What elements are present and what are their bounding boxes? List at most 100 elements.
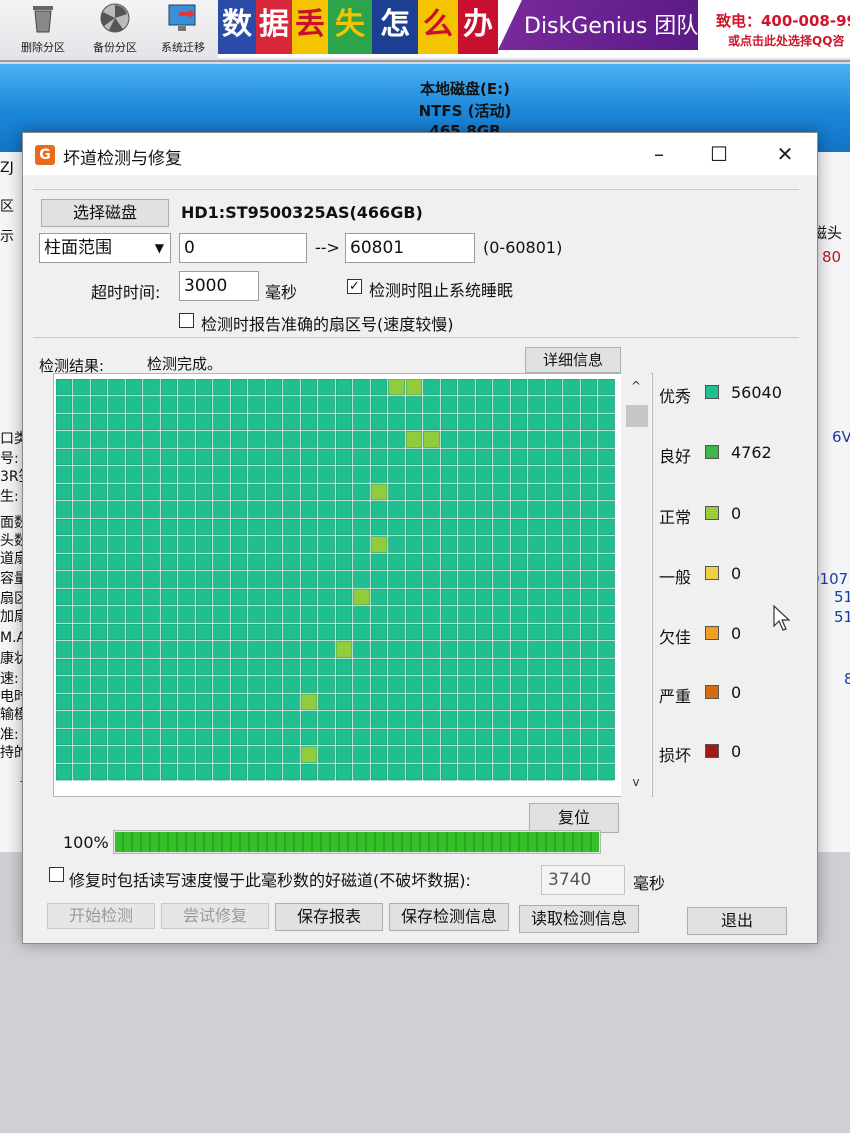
sector-block <box>353 641 370 658</box>
sector-block <box>475 553 493 571</box>
legend-count: 0 <box>731 624 742 643</box>
sector-block <box>265 536 283 553</box>
sector-block <box>178 483 195 501</box>
sector-block <box>90 553 108 571</box>
sector-block <box>178 658 195 676</box>
prevent-sleep-checkbox[interactable]: ✓ <box>347 279 362 294</box>
minimize-button[interactable]: – <box>637 137 681 171</box>
sector-block <box>510 396 528 413</box>
sector-block <box>563 711 580 728</box>
sector-block <box>160 728 178 746</box>
progress-text: 100% <box>63 833 109 852</box>
reset-button[interactable]: 复位 <box>529 803 619 833</box>
backup-partition-tool[interactable]: 备份分区 <box>80 0 150 55</box>
sector-block <box>388 571 405 588</box>
sector-block <box>108 501 125 518</box>
sector-block <box>423 693 440 711</box>
sector-block <box>388 413 405 431</box>
try-repair-button[interactable]: 尝试修复 <box>161 903 269 929</box>
range-end-input[interactable]: 60801 <box>345 233 475 263</box>
delete-partition-tool[interactable]: 删除分区 <box>8 0 78 55</box>
sector-block <box>230 536 248 553</box>
sector-block <box>493 658 510 676</box>
sector-block <box>405 763 423 781</box>
scroll-down-icon[interactable]: v <box>621 775 651 789</box>
sector-block <box>545 588 563 606</box>
sector-block <box>335 466 353 483</box>
sector-block <box>388 588 405 606</box>
sector-block <box>178 553 195 571</box>
sector-block <box>475 501 493 518</box>
map-scrollbar[interactable]: ^ v <box>621 373 651 797</box>
legend-count: 0 <box>731 564 742 583</box>
contact-note[interactable]: 或点击此处选择QQ咨 <box>728 32 844 49</box>
sector-block <box>510 728 528 746</box>
timeout-input[interactable]: 3000 <box>179 271 259 301</box>
scroll-up-icon[interactable]: ^ <box>621 379 651 393</box>
sector-block <box>545 693 563 711</box>
sector-block <box>108 746 125 763</box>
range-mode-select[interactable]: 柱面范围 ▼ <box>39 233 171 263</box>
sector-block <box>335 571 353 588</box>
sector-block <box>388 396 405 413</box>
repair-option-checkbox[interactable] <box>49 867 64 882</box>
ad-banner[interactable]: 数 据 丢 失 怎 么 办 DiskGenius 团队为您服 致电：400-00… <box>218 0 850 58</box>
sector-block <box>458 448 475 466</box>
sector-block <box>56 623 73 641</box>
sector-block <box>143 448 160 466</box>
save-scan-info-button[interactable]: 保存检测信息 <box>389 903 509 931</box>
sector-block <box>598 693 615 711</box>
exit-button[interactable]: 退出 <box>687 907 787 935</box>
sector-block <box>56 606 73 623</box>
sector-block <box>143 676 160 693</box>
sector-block <box>335 623 353 641</box>
sector-block <box>405 466 423 483</box>
sector-block <box>370 623 388 641</box>
sector-block <box>73 606 90 623</box>
legend-label: 正常 <box>659 508 692 527</box>
sector-block <box>108 379 125 396</box>
system-migrate-tool[interactable]: 系统迁移 <box>148 0 218 55</box>
sector-block <box>545 658 563 676</box>
sector-block <box>143 431 160 448</box>
sector-block <box>545 379 563 396</box>
sector-block <box>598 728 615 746</box>
sector-block <box>440 676 458 693</box>
sector-block <box>510 553 528 571</box>
dialog-titlebar[interactable]: G 坏道检测与修复 – ☐ ✕ <box>23 133 817 175</box>
sector-block <box>73 571 90 588</box>
sector-block <box>388 501 405 518</box>
sector-block <box>493 431 510 448</box>
select-disk-button[interactable]: 选择磁盘 <box>41 199 169 227</box>
start-scan-button[interactable]: 开始检测 <box>47 903 155 929</box>
sector-block <box>73 641 90 658</box>
save-report-button[interactable]: 保存报表 <box>275 903 383 931</box>
scroll-thumb[interactable] <box>626 405 648 427</box>
sector-block <box>283 448 300 466</box>
sector-block <box>580 658 598 676</box>
sector-block <box>563 536 580 553</box>
sector-block <box>73 763 90 781</box>
sector-block <box>143 571 160 588</box>
sector-block <box>108 623 125 641</box>
sector-block <box>283 571 300 588</box>
sector-block <box>178 431 195 448</box>
report-sector-checkbox[interactable] <box>179 313 194 328</box>
sector-block <box>283 483 300 501</box>
load-scan-info-button[interactable]: 读取检测信息 <box>519 905 639 933</box>
range-start-input[interactable]: 0 <box>179 233 307 263</box>
sector-block <box>440 466 458 483</box>
sector-block <box>56 553 73 571</box>
sector-block <box>73 658 90 676</box>
sector-block <box>458 711 475 728</box>
sector-block <box>563 379 580 396</box>
sector-block <box>598 413 615 431</box>
sector-block <box>405 483 423 501</box>
details-button[interactable]: 详细信息 <box>525 347 621 373</box>
sector-block <box>195 431 213 448</box>
repair-threshold-input[interactable]: 3740 <box>541 865 625 895</box>
close-button[interactable]: ✕ <box>763 137 807 171</box>
sector-block <box>475 728 493 746</box>
sector-block <box>423 536 440 553</box>
maximize-button[interactable]: ☐ <box>697 137 741 171</box>
